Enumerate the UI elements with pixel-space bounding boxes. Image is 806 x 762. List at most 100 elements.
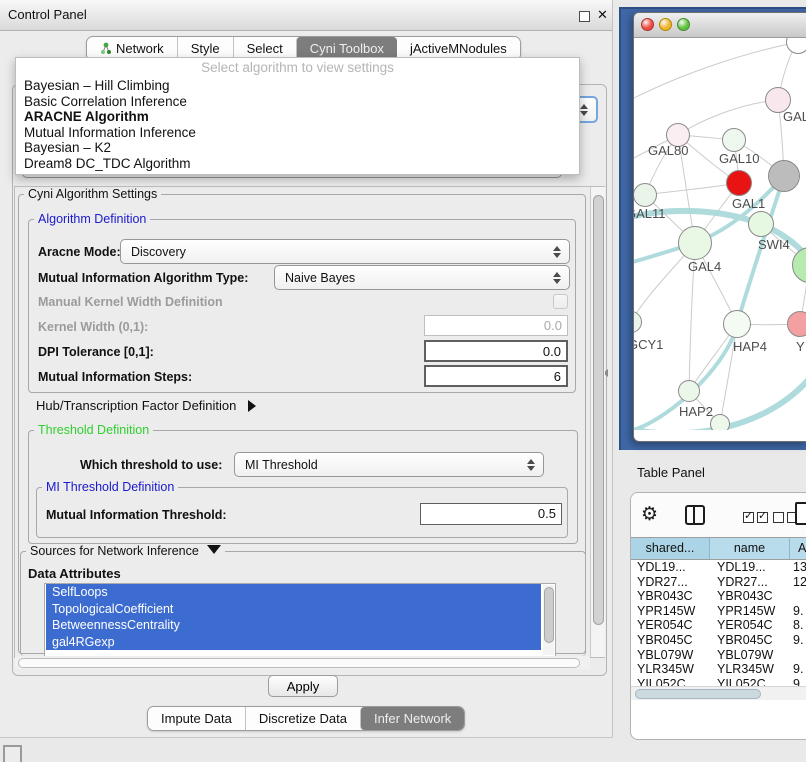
sources-title-row[interactable]: Sources for Network Inference (26, 544, 225, 558)
hub-tf-definition-toggle[interactable]: Hub/Transcription Factor Definition (36, 398, 256, 413)
docked-panel-icon[interactable] (3, 745, 22, 762)
list-scrollbar[interactable] (543, 585, 554, 655)
node-label-gal: GAL (783, 109, 806, 124)
node-label-swi4: SWI4 (758, 237, 790, 252)
table-cell: 9. (788, 662, 806, 676)
table-row[interactable]: YER054CYER054C8. (631, 618, 806, 632)
cyni-algorithm-settings-title: Cyni Algorithm Settings (24, 187, 161, 201)
node-label-gal11: GAL11 (634, 206, 666, 221)
dropdown-item-dream8-dc-tdc-algorithm[interactable]: Dream8 DC_TDC Algorithm (16, 156, 579, 172)
combo-spinner-icon (553, 246, 561, 258)
minimize-traffic-button[interactable] (659, 18, 672, 31)
algorithm-dropdown-prompt: Select algorithm to view settings (16, 58, 579, 78)
table-cell: YLR345W (631, 662, 709, 676)
aracne-mode-combo[interactable]: Discovery (120, 239, 570, 264)
table-row[interactable]: YPR145WYPR145W9. (631, 604, 806, 618)
dropdown-item-basic-correlation-inference[interactable]: Basic Correlation Inference (16, 94, 579, 110)
node-label-gal80: GAL80 (648, 143, 688, 158)
attribute-item-selfloops[interactable]: SelfLoops (46, 584, 541, 601)
table-cell: YPR145W (709, 604, 788, 618)
node[interactable] (710, 414, 730, 430)
attribute-item-gal4rgexp[interactable]: gal4RGexp (46, 634, 541, 651)
table-row[interactable]: YBR045CYBR045C9. (631, 633, 806, 647)
kernel-width-field[interactable]: 0.0 (424, 315, 568, 336)
node-label-y: Y (796, 339, 805, 354)
column-header-name[interactable]: name (710, 538, 790, 559)
chevron-down-icon (207, 545, 221, 554)
horizontal-scrollbar[interactable] (15, 656, 590, 669)
column-header-extra[interactable]: A (790, 538, 806, 559)
table-row[interactable]: YBL079WYBL079W (631, 648, 806, 662)
document-icon[interactable] (795, 502, 806, 525)
network-canvas[interactable]: GALGAL80GAL10GAL1GAL11SWI4GAL4GCY1HAP4YH… (634, 38, 806, 430)
mi-steps-field[interactable]: 6 (424, 365, 568, 387)
sources-title: Sources for Network Inference (30, 544, 199, 558)
table-row[interactable]: YDR27...YDR27...12 (631, 575, 806, 589)
horizontal-scrollbar-thumb[interactable] (18, 658, 580, 668)
aracne-mode-label: Aracne Mode: (38, 245, 121, 259)
algorithm-definition-title: Algorithm Definition (34, 212, 150, 226)
table-cell: YPR145W (631, 604, 709, 618)
node-swi4[interactable] (748, 211, 774, 237)
control-panel-title: Control Panel (8, 0, 87, 30)
which-threshold-combo[interactable]: MI Threshold (234, 452, 544, 477)
node-hap4[interactable] (723, 310, 751, 338)
node-hap2[interactable] (678, 380, 700, 402)
table-horizontal-scrollbar-thumb[interactable] (635, 689, 761, 699)
node[interactable] (768, 160, 800, 192)
close-traffic-button[interactable] (641, 18, 654, 31)
table-row[interactable]: YBR043CYBR043C (631, 589, 806, 603)
vertical-scrollbar[interactable] (590, 187, 605, 657)
vertical-scrollbar-thumb[interactable] (593, 195, 604, 625)
split-columns-icon[interactable] (685, 505, 705, 525)
node-gal4[interactable] (678, 226, 712, 260)
table-cell: YBL079W (709, 648, 788, 662)
algorithm-dropdown: Select algorithm to view settings Bayesi… (15, 57, 580, 175)
table-cell: YDR27... (709, 575, 788, 589)
which-threshold-value: MI Threshold (245, 458, 318, 472)
tab-label: Style (191, 41, 220, 56)
table-cell: YIL052C (709, 677, 788, 686)
hub-tf-definition-label: Hub/Transcription Factor Definition (36, 398, 236, 413)
close-icon[interactable]: ✕ (597, 7, 608, 23)
table-row[interactable]: YDL19...YDL19...13 (631, 560, 806, 574)
dpi-tolerance-field[interactable]: 0.0 (424, 340, 568, 362)
apply-button[interactable]: Apply (268, 675, 338, 697)
data-attributes-list[interactable]: SelfLoopsTopologicalCoefficientBetweenne… (44, 583, 556, 657)
node-gal1[interactable] (726, 170, 752, 196)
node-label-gal1: GAL1 (732, 196, 765, 211)
column-header-shared[interactable]: shared... (631, 538, 710, 559)
kernel-width-label: Kernel Width (0,1): (38, 320, 148, 334)
node-gal11[interactable] (634, 183, 657, 207)
manual-kernel-label: Manual Kernel Width Definition (38, 295, 223, 309)
chevron-right-icon (248, 400, 256, 412)
table-horizontal-scrollbar[interactable] (631, 686, 806, 700)
select-all-checks-icon[interactable] (743, 510, 771, 528)
dropdown-item-mutual-information-inference[interactable]: Mutual Information Inference (16, 125, 579, 141)
tab-impute-data[interactable]: Impute Data (148, 707, 245, 730)
mi-type-combo[interactable]: Naive Bayes (274, 265, 570, 290)
dropdown-item-bayesian-k2[interactable]: Bayesian – K2 (16, 140, 579, 156)
node-gal10[interactable] (722, 128, 746, 152)
table-cell: 12 (788, 575, 806, 589)
table-cell: YIL052C (631, 677, 709, 686)
dropdown-item-bayesian-hill-climbing[interactable]: Bayesian – Hill Climbing (16, 78, 579, 94)
table-cell: 9 (788, 677, 806, 686)
table-row[interactable]: YIL052CYIL052C9 (631, 677, 806, 686)
tab-discretize-data[interactable]: Discretize Data (245, 707, 360, 730)
attribute-item-betweennesscentrality[interactable]: BetweennessCentrality (46, 617, 541, 634)
node-label-hap2: HAP2 (679, 404, 713, 419)
tab-infer-network[interactable]: Infer Network (360, 707, 464, 730)
float-icon[interactable] (579, 11, 590, 22)
table-row[interactable]: YLR345WYLR345W9. (631, 662, 806, 676)
manual-kernel-checkbox[interactable] (553, 294, 568, 309)
table-cell: YER054C (709, 618, 788, 632)
list-scrollbar-thumb[interactable] (544, 587, 554, 643)
node-y[interactable] (787, 311, 806, 337)
gear-icon[interactable]: ⚙ (641, 503, 658, 526)
network-window-titlebar[interactable] (634, 13, 806, 38)
mi-threshold-field[interactable]: 0.5 (420, 503, 562, 525)
dropdown-item-aracne-algorithm[interactable]: ARACNE Algorithm (16, 109, 579, 125)
zoom-traffic-button[interactable] (677, 18, 690, 31)
attribute-item-topologicalcoefficient[interactable]: TopologicalCoefficient (46, 601, 541, 618)
